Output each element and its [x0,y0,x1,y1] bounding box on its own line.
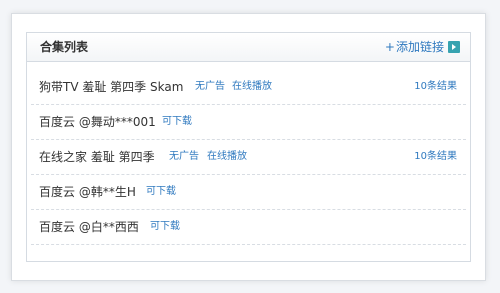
list-item-name[interactable]: 百度云 @白**西西 [39,220,139,234]
list-item-tag-online-play[interactable]: 在线播放 [207,151,247,163]
add-link-prefix: + [384,40,395,54]
list-item-name[interactable]: 百度云 @舞动***001 [39,115,156,129]
add-link-label: 添加链接 [395,40,444,54]
chevron-right-icon [448,41,460,53]
list-item-name[interactable]: 百度云 @韩**生H [39,185,136,199]
list-item-tag-no-ads[interactable]: 无广告 [169,151,199,163]
list-item: 百度云 @舞动***001 可下载 [31,105,466,140]
panel-header: 合集列表 + 添加链接 [27,33,470,62]
list-item-tag-downloadable[interactable]: 可下载 [162,116,192,128]
list-item-name[interactable]: 在线之家 羞耻 第四季 [39,150,155,164]
list-item: 百度云 @白**西西 可下载 [31,210,466,245]
result-count-link[interactable]: 10条结果 [414,151,457,163]
list-item-tag-downloadable[interactable]: 可下载 [146,186,176,198]
list-item-tag-online-play[interactable]: 在线播放 [232,81,272,93]
add-link-button[interactable]: + 添加链接 [385,40,460,54]
list-item-name[interactable]: 狗带TV 羞耻 第四季 Skam [39,80,183,94]
list-item: 百度云 @韩**生H 可下载 [31,175,466,210]
result-count-link[interactable]: 10条结果 [414,81,457,93]
list-item: 狗带TV 羞耻 第四季 Skam 无广告 在线播放 10条结果 [31,70,466,105]
page-title: 合集列表 [40,40,89,54]
collection-list-box: 合集列表 + 添加链接 狗带TV 羞耻 第四季 Skam 无广告 在线播放 10… [26,32,471,262]
list-item-tag-no-ads[interactable]: 无广告 [195,81,225,93]
list-item: 在线之家 羞耻 第四季 无广告 在线播放 10条结果 [31,140,466,175]
collection-list-panel: 合集列表 + 添加链接 狗带TV 羞耻 第四季 Skam 无广告 在线播放 10… [11,13,486,281]
list-item-tag-downloadable[interactable]: 可下载 [150,221,180,233]
